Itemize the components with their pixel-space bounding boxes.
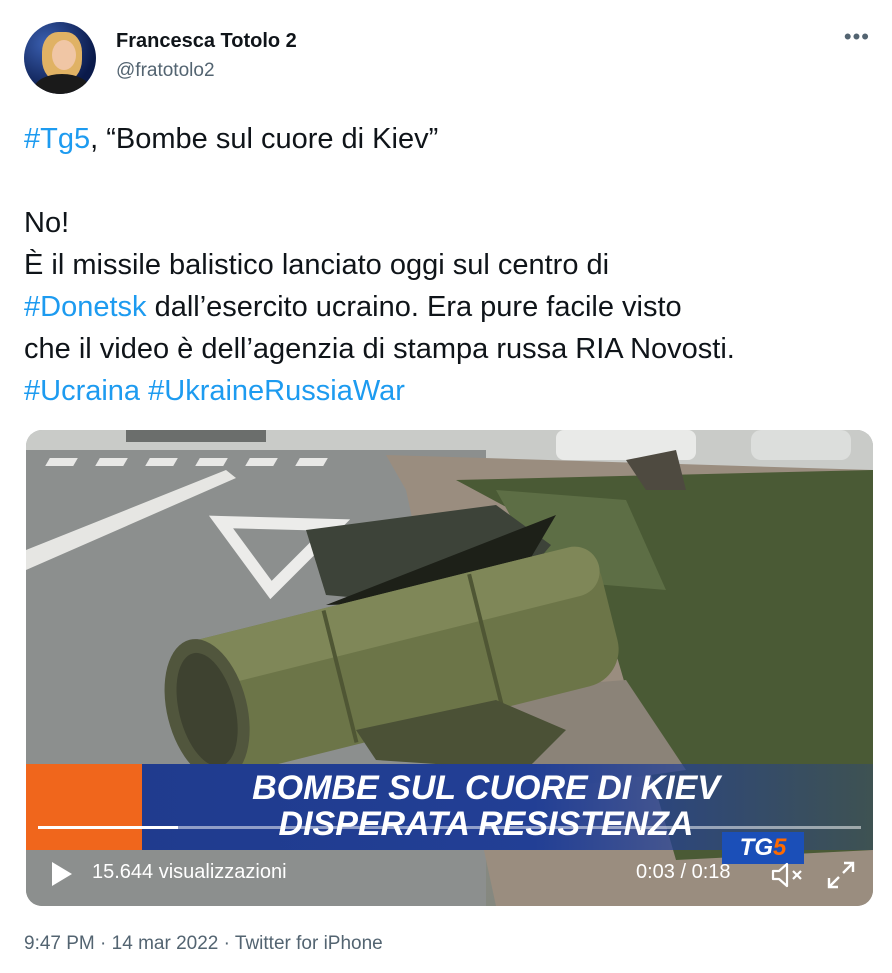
news-headline: BOMBE SUL CUORE DI KIEV DISPERATA RESIST… (206, 770, 766, 842)
video-progress-fill (38, 826, 178, 829)
tweet-client[interactable]: Twitter for iPhone (235, 933, 383, 954)
headline-line: DISPERATA RESISTENZA (278, 805, 694, 843)
hashtag-ukrainerussiawar[interactable]: #UkraineRussiaWar (148, 375, 405, 407)
hashtag-ucraina[interactable]: #Ucraina (24, 375, 140, 407)
hashtag-donetsk[interactable]: #Donetsk (24, 291, 147, 323)
tweet-time[interactable]: 9:47 PM (24, 933, 95, 954)
video-player[interactable]: BOMBE SUL CUORE DI KIEV DISPERATA RESIST… (26, 430, 873, 906)
tweet-metadata: 9:47 PM · 14 mar 2022 · Twitter for iPho… (24, 933, 383, 955)
video-time: 0:03 / 0:18 (636, 861, 731, 883)
fullscreen-icon (827, 861, 855, 889)
view-count: 15.644 visualizzazioni (92, 861, 287, 883)
mute-button[interactable] (770, 860, 806, 890)
tweet-text-segment: , “Bombe sul cuore di Kiev” (90, 123, 439, 155)
play-icon (52, 862, 72, 886)
avatar[interactable] (24, 22, 96, 94)
tweet-text: #Tg5, “Bombe sul cuore di Kiev” No! È il… (24, 118, 874, 412)
hashtag-tg5[interactable]: #Tg5 (24, 123, 90, 155)
lower-third-accent (26, 764, 142, 850)
tweet-text-line: che il video è dell’agenzia di stampa ru… (24, 333, 735, 365)
speaker-muted-icon (771, 862, 802, 888)
more-options-icon[interactable]: ••• (844, 24, 870, 50)
headline-line: BOMBE SUL CUORE DI KIEV (252, 769, 720, 807)
tweet-date[interactable]: 14 mar 2022 (112, 933, 219, 954)
tweet-text-line: No! (24, 207, 70, 239)
tweet-text-line: È il missile balistico lanciato oggi sul… (24, 249, 610, 281)
meta-separator: · (218, 933, 235, 954)
tweet-text-segment: dall’esercito ucraino. Era pure facile v… (146, 291, 682, 323)
meta-separator: · (94, 933, 112, 954)
play-button[interactable] (48, 860, 76, 888)
user-handle[interactable]: @fratotolo2 (116, 60, 215, 82)
fullscreen-button[interactable] (826, 860, 856, 890)
display-name[interactable]: Francesca Totolo 2 (116, 30, 297, 53)
